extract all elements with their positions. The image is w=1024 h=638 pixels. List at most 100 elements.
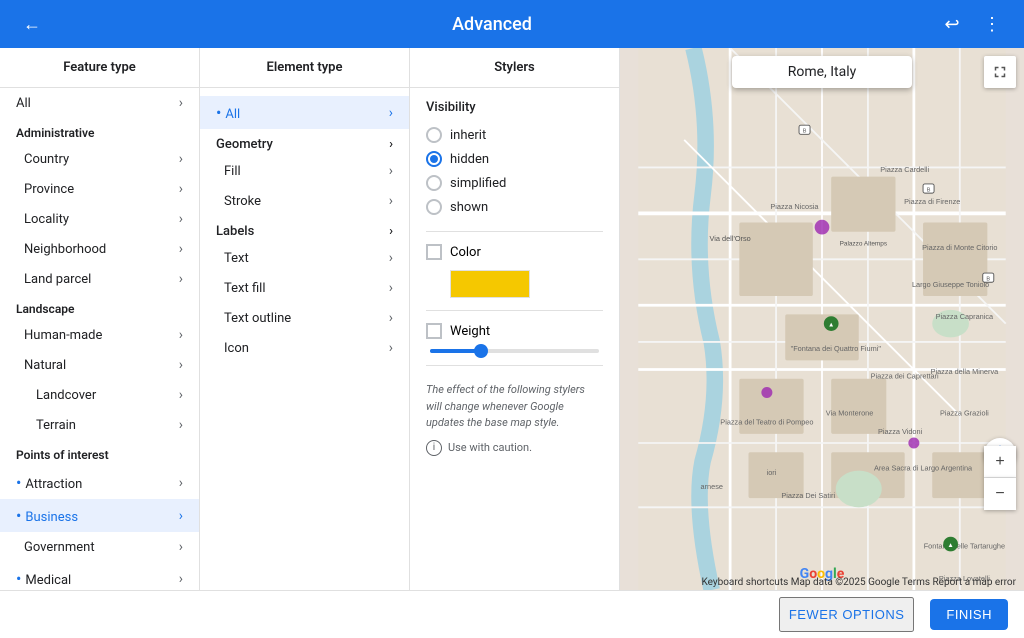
chevron-icon: › [179, 151, 183, 167]
element-icon[interactable]: Icon › [200, 333, 409, 363]
chevron-icon: › [179, 475, 183, 491]
chevron-icon: › [179, 211, 183, 227]
visibility-shown[interactable]: shown [426, 195, 603, 219]
radio-inherit[interactable] [426, 127, 442, 143]
visibility-hidden[interactable]: hidden [426, 147, 603, 171]
chevron-icon: › [389, 340, 393, 356]
main-content: Feature type All › Administrative Countr… [0, 48, 1024, 590]
feature-terrain[interactable]: Terrain › [0, 410, 199, 440]
fewer-options-button[interactable]: FEWER OPTIONS [779, 597, 915, 632]
map-expand-button[interactable] [984, 56, 1016, 88]
svg-text:▲: ▲ [947, 542, 953, 549]
undo-icon: ↩ [944, 14, 959, 35]
svg-text:Piazza Cardelli: Piazza Cardelli [880, 165, 929, 174]
element-labels-section: Labels › [200, 216, 409, 243]
header-title: Advanced [48, 14, 936, 35]
feature-medical[interactable]: •Medical › [0, 562, 199, 590]
svg-text:Piazza Vidoni: Piazza Vidoni [878, 427, 923, 436]
back-button[interactable]: ← [16, 8, 48, 40]
element-type-list: •All › Geometry › Fill › Stroke › Labels… [200, 88, 409, 590]
element-text-outline[interactable]: Text outline › [200, 303, 409, 333]
weight-label: Weight [450, 324, 490, 339]
svg-text:iori: iori [767, 468, 777, 477]
visibility-simplified[interactable]: simplified [426, 171, 603, 195]
divider-1 [426, 231, 603, 232]
element-stroke[interactable]: Stroke › [200, 186, 409, 216]
chevron-icon: › [179, 387, 183, 403]
header-actions: ↩ ⋮ [936, 8, 1008, 40]
feature-locality[interactable]: Locality › [0, 204, 199, 234]
element-type-header: Element type [200, 48, 409, 88]
dot-icon: • [16, 506, 21, 525]
radio-hidden[interactable] [426, 151, 442, 167]
weight-checkbox[interactable] [426, 323, 442, 339]
svg-text:Largo Giuseppe Toniolo: Largo Giuseppe Toniolo [912, 280, 989, 289]
svg-text:Piazza dei Caprettari: Piazza dei Caprettari [871, 372, 939, 381]
element-text[interactable]: Text › [200, 243, 409, 273]
slider-thumb[interactable] [474, 344, 488, 358]
dot-icon: • [16, 569, 21, 588]
info-icon: i [426, 440, 442, 456]
svg-text:Fontana delle Tartarughe: Fontana delle Tartarughe [924, 542, 1005, 551]
slider-track [430, 349, 599, 353]
feature-government[interactable]: Government › [0, 532, 199, 562]
svg-text:Piazza di Monte Citorio: Piazza di Monte Citorio [922, 243, 997, 252]
feature-type-list: All › Administrative Country › Province … [0, 88, 199, 590]
feature-natural[interactable]: Natural › [0, 350, 199, 380]
map-search-bar[interactable]: Rome, Italy [732, 56, 912, 88]
element-fill[interactable]: Fill › [200, 156, 409, 186]
feature-landcover[interactable]: Landcover › [0, 380, 199, 410]
chevron-icon: › [389, 163, 393, 179]
svg-text:Via Monterone: Via Monterone [826, 408, 874, 417]
caution-text: The effect of the following stylers will… [426, 382, 603, 432]
feature-all[interactable]: All › [0, 88, 199, 118]
dot-icon: • [16, 473, 21, 492]
color-checkbox[interactable] [426, 244, 442, 260]
color-label: Color [450, 245, 481, 260]
radio-simplified[interactable] [426, 175, 442, 191]
chevron-icon: › [179, 271, 183, 287]
feature-land-parcel[interactable]: Land parcel › [0, 264, 199, 294]
chevron-icon: › [179, 417, 183, 433]
color-swatch[interactable] [450, 270, 530, 298]
element-text-fill[interactable]: Text fill › [200, 273, 409, 303]
svg-text:Via dell'Orso: Via dell'Orso [710, 234, 751, 243]
feature-country[interactable]: Country › [0, 144, 199, 174]
zoom-in-button[interactable]: + [984, 446, 1016, 478]
radio-shown[interactable] [426, 199, 442, 215]
svg-text:Piazza di Firenze: Piazza di Firenze [904, 197, 960, 206]
chevron-icon: › [389, 310, 393, 326]
feature-attraction[interactable]: •Attraction › [0, 466, 199, 499]
chevron-icon: › [389, 224, 393, 239]
chevron-icon: › [179, 571, 183, 587]
feature-business[interactable]: •Business › [0, 499, 199, 532]
stylers-panel: Stylers Visibility inherit hidden simpli… [410, 48, 620, 590]
feature-province[interactable]: Province › [0, 174, 199, 204]
feature-type-header: Feature type [0, 48, 199, 88]
divider-2 [426, 310, 603, 311]
map-search-value: Rome, Italy [788, 64, 857, 80]
dot-icon: • [216, 103, 221, 122]
undo-button[interactable]: ↩ [936, 8, 968, 40]
svg-text:B: B [927, 187, 931, 193]
element-all[interactable]: •All › [200, 96, 409, 129]
feature-human-made[interactable]: Human-made › [0, 320, 199, 350]
zoom-controls: + − [984, 446, 1016, 510]
app-header: ← Advanced ↩ ⋮ [0, 0, 1024, 48]
visibility-inherit[interactable]: inherit [426, 123, 603, 147]
chevron-icon: › [389, 250, 393, 266]
map-svg: Piazza Nicosia Piazza Cardelli Piazza di… [620, 48, 1024, 590]
feature-type-panel: Feature type All › Administrative Countr… [0, 48, 200, 590]
svg-text:Piazza del Teatro di Pompeo: Piazza del Teatro di Pompeo [720, 418, 813, 427]
weight-slider[interactable] [426, 349, 603, 353]
svg-text:Piazza della Minerva: Piazza della Minerva [931, 367, 1000, 376]
chevron-icon: › [179, 508, 183, 524]
feature-neighborhood[interactable]: Neighborhood › [0, 234, 199, 264]
section-poi: Points of interest [0, 440, 199, 466]
element-type-panel: Element type •All › Geometry › Fill › St… [200, 48, 410, 590]
zoom-out-button[interactable]: − [984, 478, 1016, 510]
finish-button[interactable]: FINISH [930, 599, 1008, 630]
color-row: Color [426, 244, 603, 260]
more-button[interactable]: ⋮ [976, 8, 1008, 40]
chevron-icon: › [179, 357, 183, 373]
